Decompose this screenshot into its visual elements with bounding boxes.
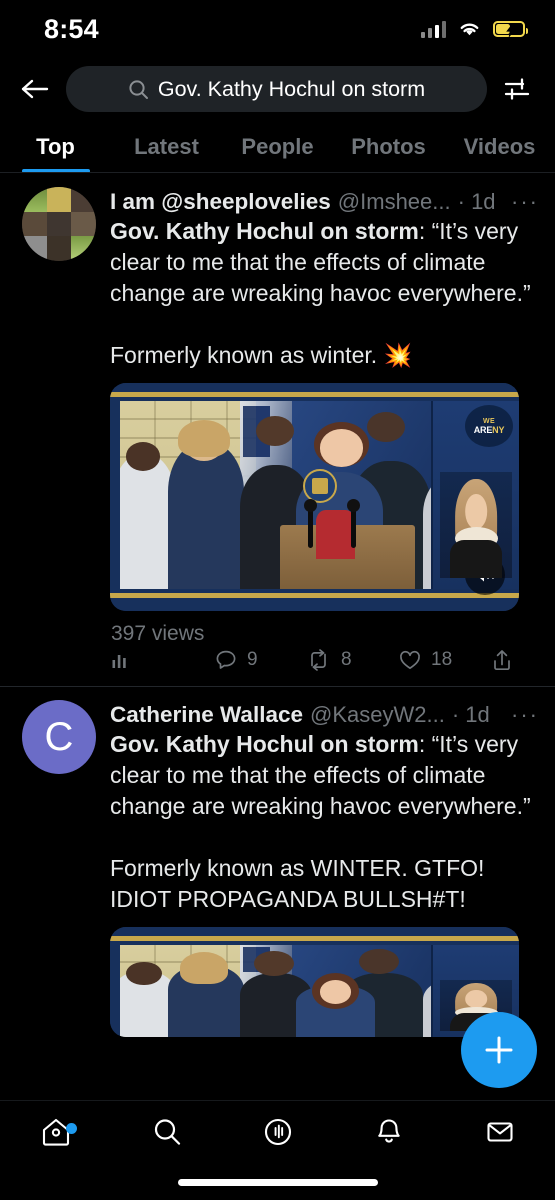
retweet-button[interactable]: 8 <box>306 648 398 672</box>
back-arrow-icon <box>21 79 49 99</box>
tweet-header: I am @sheeplovelies @Imshee... · 1d ··· <box>110 189 539 215</box>
reply-count: 9 <box>247 649 258 670</box>
reply-icon <box>216 650 236 669</box>
video-border-stripe-top <box>110 936 519 941</box>
share-button[interactable] <box>490 648 514 672</box>
spaces-microphone-icon <box>264 1118 291 1146</box>
search-query-text: Gov. Kathy Hochul on storm <box>157 76 426 101</box>
sign-language-interpreter <box>440 472 513 578</box>
analytics-bars-icon <box>112 655 126 668</box>
bottom-navigation <box>0 1100 555 1200</box>
home-unread-badge <box>65 1123 77 1134</box>
avatar[interactable] <box>22 187 96 261</box>
tweet-timestamp: · 1d <box>451 702 490 727</box>
tab-label: Videos <box>463 133 536 159</box>
tab-videos[interactable]: Videos <box>444 120 555 173</box>
tweet-actions: 9 8 18 <box>110 648 539 672</box>
share-icon <box>494 650 510 671</box>
nav-notifications[interactable] <box>333 1116 444 1148</box>
compose-tweet-button[interactable] <box>461 1012 537 1088</box>
video-state-seal <box>302 468 337 503</box>
search-header: Gov. Kathy Hochul on storm <box>0 58 555 120</box>
envelope-icon <box>486 1122 513 1142</box>
heart-icon <box>400 650 420 670</box>
status-bar: 8:54 <box>0 0 555 58</box>
we-are-ny-logo: WE ARENY <box>465 405 513 447</box>
avatar-initial: C <box>44 714 74 759</box>
video-content <box>120 945 519 1037</box>
tweet-text: Gov. Kathy Hochul on storm: “It’s very c… <box>110 729 539 915</box>
nav-spaces[interactable] <box>222 1115 333 1149</box>
nav-home[interactable] <box>0 1115 111 1149</box>
status-bar-icons <box>420 20 528 38</box>
retweet-icon <box>311 649 326 671</box>
wifi-icon <box>460 23 479 36</box>
tweet-item[interactable]: I am @sheeplovelies @Imshee... · 1d ··· … <box>0 173 555 686</box>
nav-search[interactable] <box>111 1116 222 1148</box>
cellular-signal-icon <box>420 20 446 38</box>
tab-top[interactable]: Top <box>0 120 111 173</box>
tweet-text-rest: : “It’s very clear to me that the effect… <box>110 731 531 912</box>
tweet-timestamp: · 1d <box>457 189 496 214</box>
home-indicator <box>177 1179 378 1186</box>
tab-label: Top <box>36 133 75 159</box>
avatar[interactable]: C <box>22 700 96 774</box>
tweet-text: Gov. Kathy Hochul on storm: “It’s very c… <box>110 216 539 371</box>
video-side-panel: WE ARENY <box>431 401 519 589</box>
tab-photos[interactable]: Photos <box>333 120 444 173</box>
search-icon <box>129 79 148 99</box>
tweet-display-name[interactable]: Catherine Wallace <box>110 702 303 728</box>
tweet-body: Catherine Wallace @KaseyW2... · 1d ··· G… <box>110 700 539 1037</box>
tweet-text-bold: Gov. Kathy Hochul on storm <box>110 731 419 757</box>
tweet-display-name[interactable]: I am @sheeplovelies <box>110 189 331 215</box>
video-border-stripe-top <box>110 392 519 397</box>
tweet-media-video[interactable]: WE ARENY <box>110 383 519 611</box>
tab-latest[interactable]: Latest <box>111 120 222 173</box>
like-button[interactable]: 18 <box>398 648 490 672</box>
back-button[interactable] <box>14 68 56 110</box>
video-content: WE ARENY <box>120 401 519 589</box>
plus-icon <box>485 1036 513 1064</box>
more-options-icon[interactable]: ··· <box>503 190 539 212</box>
tab-label: People <box>241 133 314 159</box>
battery-charging-icon <box>493 21 528 38</box>
tweet-handle[interactable]: @KaseyW2... <box>310 702 445 728</box>
nav-messages[interactable] <box>444 1116 555 1148</box>
tab-people[interactable]: People <box>222 120 333 173</box>
like-count: 18 <box>431 649 453 670</box>
retweet-count: 8 <box>341 649 352 670</box>
analytics-button[interactable] <box>110 649 214 671</box>
tweet-text-bold: Gov. Kathy Hochul on storm <box>110 218 419 244</box>
more-options-icon[interactable]: ··· <box>503 703 539 725</box>
tweet-item[interactable]: C Catherine Wallace @KaseyW2... · 1d ···… <box>0 686 555 1037</box>
tab-label: Latest <box>134 133 199 159</box>
search-results-feed: I am @sheeplovelies @Imshee... · 1d ··· … <box>0 173 555 1037</box>
tweet-handle[interactable]: @Imshee... <box>338 189 451 215</box>
tweet-body: I am @sheeplovelies @Imshee... · 1d ··· … <box>110 187 539 686</box>
reply-button[interactable]: 9 <box>214 648 306 672</box>
search-filter-button[interactable] <box>497 68 537 110</box>
tweet-media-video[interactable] <box>110 927 519 1037</box>
search-icon <box>154 1119 180 1145</box>
status-bar-time: 8:54 <box>44 13 99 44</box>
view-count[interactable]: 397 views <box>111 622 539 646</box>
bell-icon <box>377 1119 400 1143</box>
tab-label: Photos <box>351 133 426 159</box>
video-border-stripe-bottom <box>110 593 519 598</box>
search-tabs: Top Latest People Photos Videos <box>0 120 555 173</box>
search-input[interactable]: Gov. Kathy Hochul on storm <box>66 66 487 112</box>
tweet-header: Catherine Wallace @KaseyW2... · 1d ··· <box>110 702 539 728</box>
settings-sliders-icon <box>504 78 530 100</box>
